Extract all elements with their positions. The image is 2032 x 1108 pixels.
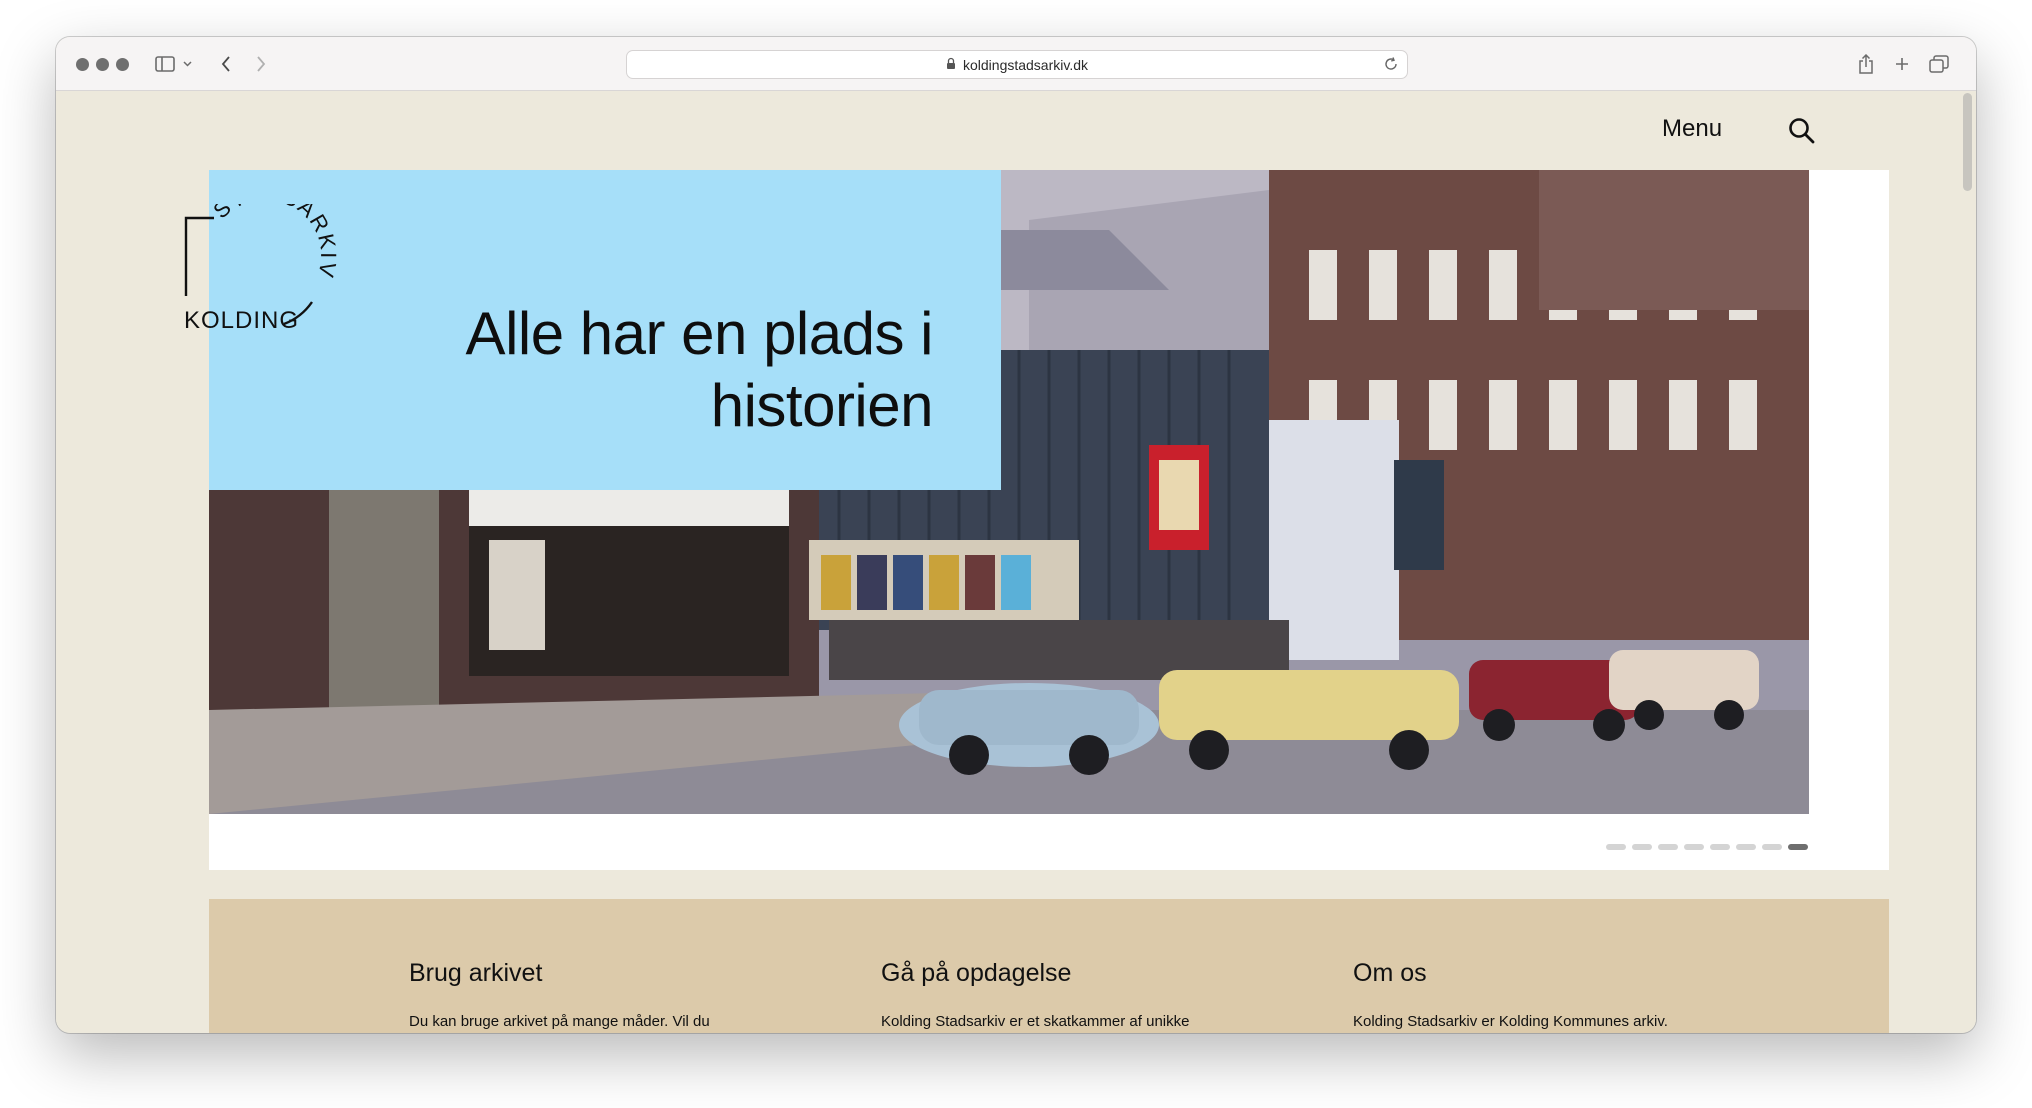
carousel-dot[interactable]	[1606, 844, 1626, 850]
info-heading[interactable]: Om os	[1353, 959, 1673, 988]
address-bar[interactable]: koldingstadsarkiv.dk	[626, 50, 1408, 79]
hero-title: Alle har en plads i historien	[333, 298, 934, 442]
menu-button[interactable]: Menu	[1662, 115, 1722, 143]
lock-icon	[946, 57, 956, 73]
zoom-window-button[interactable]	[116, 58, 129, 71]
info-heading[interactable]: Brug arkivet	[409, 959, 729, 988]
info-text: Kolding Stadsarkiv er et skatkammer af u…	[881, 1013, 1190, 1030]
forward-icon[interactable]	[251, 49, 271, 79]
share-icon[interactable]	[1856, 49, 1876, 79]
carousel-dot[interactable]	[1684, 844, 1704, 850]
new-tab-icon[interactable]	[1892, 49, 1912, 79]
info-text: Kolding Stadsarkiv er Kolding Kommunes a…	[1353, 1013, 1668, 1030]
reload-icon[interactable]	[1383, 56, 1399, 75]
logo-text-kolding: KOLDING	[184, 307, 299, 334]
carousel-dot[interactable]	[1658, 844, 1678, 850]
carousel-dot[interactable]	[1736, 844, 1756, 850]
info-column-brug-arkivet: Brug arkivet Du kan bruge arkivet på man…	[409, 959, 729, 1033]
info-text: Du kan bruge arkivet på mange måder. Vil…	[409, 1013, 710, 1030]
minimize-window-button[interactable]	[96, 58, 109, 71]
carousel-dot[interactable]	[1632, 844, 1652, 850]
kolding-stadsarkiv-logo[interactable]: STADSARKIV KOLDING	[184, 179, 360, 340]
browser-toolbar: koldingstadsarkiv.dk	[56, 37, 1976, 91]
logo-text-stadsarkiv: STADSARKIV	[208, 179, 339, 281]
search-icon[interactable]	[1786, 115, 1818, 147]
scrollbar-thumb[interactable]	[1963, 93, 1972, 191]
info-heading[interactable]: Gå på opdagelse	[881, 959, 1201, 988]
info-column-ga-pa-opdagelse: Gå på opdagelse Kolding Stadsarkiv er et…	[881, 959, 1201, 1033]
hero-title-line-2: historien	[710, 372, 934, 439]
close-window-button[interactable]	[76, 58, 89, 71]
info-section: Brug arkivet Du kan bruge arkivet på man…	[209, 899, 1889, 1033]
tab-overview-icon[interactable]	[1928, 49, 1950, 79]
back-icon[interactable]	[216, 49, 236, 79]
info-column-om-os: Om os Kolding Stadsarkiv er Kolding Komm…	[1353, 959, 1673, 1033]
carousel-indicators	[1606, 844, 1808, 850]
url-text: koldingstadsarkiv.dk	[962, 56, 1089, 73]
browser-window: koldingstadsarkiv.dk Menu Alle har en pl…	[56, 37, 1976, 1033]
carousel-dot[interactable]	[1762, 844, 1782, 850]
hero-title-line-1: Alle har en plads i	[465, 300, 934, 367]
sidebar-toggle-icon[interactable]	[152, 49, 178, 79]
carousel-dot[interactable]	[1710, 844, 1730, 850]
chevron-down-icon[interactable]	[180, 49, 194, 79]
carousel-dot-active[interactable]	[1788, 844, 1808, 850]
svg-text:STADSARKIV: STADSARKIV	[208, 204, 341, 281]
web-page: Menu Alle har en plads i historien S ARK…	[56, 91, 1976, 1033]
